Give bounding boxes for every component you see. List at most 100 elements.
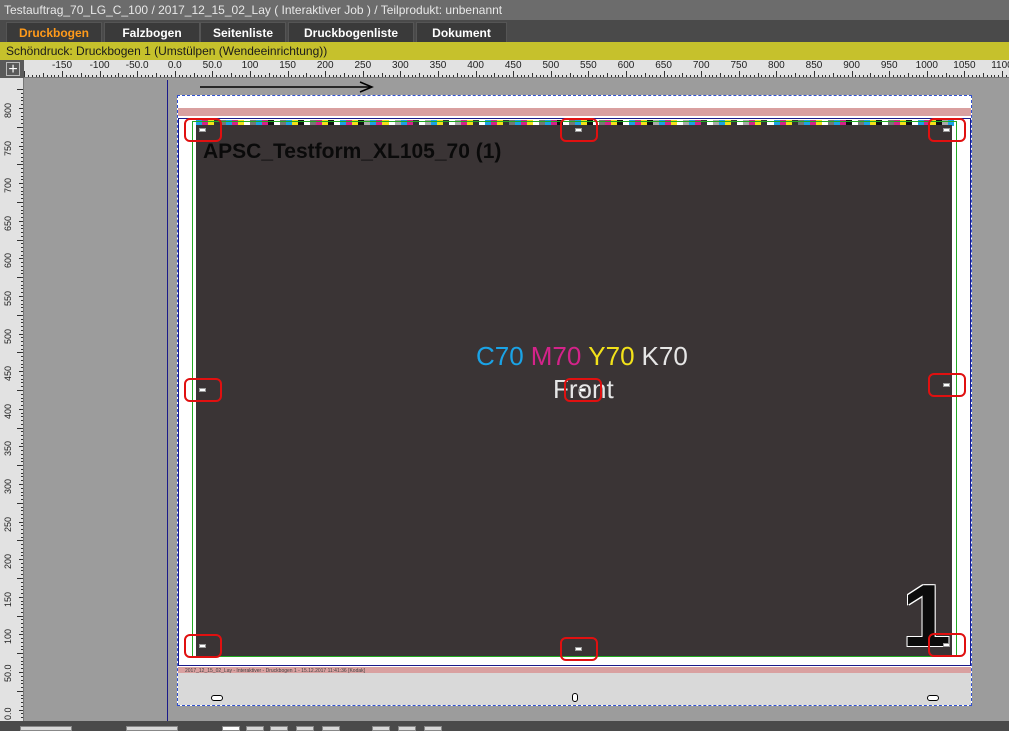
ruler-tick: [21, 156, 23, 158]
tab-seitenliste[interactable]: Seitenliste: [200, 22, 286, 42]
ruler-tick: [746, 75, 748, 77]
status-toggle-5[interactable]: [322, 726, 340, 731]
ruler-tick: [524, 75, 526, 77]
ruler-tick: [291, 75, 293, 77]
ruler-tick: [693, 75, 695, 77]
ruler-tick: [374, 75, 376, 77]
ruler-tick: [204, 75, 206, 77]
ruler-label: 550: [580, 60, 597, 71]
ruler-tick: [103, 75, 105, 77]
status-toggle-8[interactable]: [424, 726, 442, 731]
ruler-tick: [17, 164, 23, 166]
form-title: APSC_Testform_XL105_70 (1): [203, 140, 502, 163]
ruler-tick: [21, 198, 23, 200]
ruler-tick: [317, 75, 319, 77]
ruler-tick: [17, 314, 23, 316]
ruler-tick: [622, 75, 624, 77]
ruler-tick: [21, 344, 23, 346]
register-mark-bottom-center[interactable]: [560, 637, 598, 661]
status-toggle-1[interactable]: [222, 726, 240, 731]
ruler-tick: [814, 71, 815, 77]
register-mark-top-left[interactable]: [184, 118, 222, 142]
tab-druckbogen[interactable]: Druckbogen: [6, 22, 102, 42]
ruler-tick: [949, 75, 951, 77]
ruler-tick: [21, 119, 23, 121]
ruler-tick: [735, 75, 737, 77]
register-mark-top-center[interactable]: [560, 118, 598, 142]
ruler-tick: [99, 71, 101, 77]
ruler-tick: [21, 645, 23, 647]
ruler-tick: [532, 73, 533, 77]
register-mark-bottom-left[interactable]: [184, 634, 222, 658]
status-toggle-3[interactable]: [270, 726, 288, 731]
vertical-ruler[interactable]: 800 750 700 650 600 550 500 450 400 350 300 250 200 1…: [0, 78, 24, 721]
ruler-tick: [283, 75, 285, 77]
register-mark-middle-right[interactable]: [928, 373, 966, 397]
tab-dokument[interactable]: Dokument: [416, 22, 507, 42]
ruler-tick: [633, 75, 635, 77]
ruler-label: 350: [429, 60, 447, 71]
ruler-tick: [21, 311, 23, 313]
ruler-label: 400: [467, 60, 484, 71]
status-toggle-4[interactable]: [296, 726, 314, 731]
ruler-tick: [877, 75, 879, 77]
ruler-tick: [844, 75, 846, 77]
ruler-label: 600: [617, 60, 635, 71]
ruler-tick: [19, 258, 23, 260]
ruler-tick: [362, 71, 364, 77]
ruler-tick: [21, 589, 23, 591]
ruler-tick: [543, 75, 545, 77]
ruler-tick: [21, 604, 23, 606]
ruler-tick: [704, 75, 706, 77]
ruler-tick: [84, 75, 86, 77]
ruler-label: 650: [3, 215, 13, 231]
register-mark-top-right[interactable]: [928, 118, 966, 142]
status-field-1[interactable]: [20, 726, 72, 731]
ruler-tick: [490, 75, 492, 77]
ruler-tick: [261, 75, 263, 77]
ruler-tick: [21, 656, 23, 658]
ruler-tick: [547, 75, 549, 77]
ruler-origin-button[interactable]: +: [6, 62, 20, 78]
ruler-tick: [986, 75, 988, 77]
ruler-tick: [21, 472, 23, 474]
status-field-2[interactable]: [126, 726, 178, 731]
ruler-tick: [712, 75, 714, 77]
ruler-tick: [610, 75, 612, 77]
ruler-tick: [464, 75, 466, 77]
ruler-tick: [990, 75, 992, 77]
ruler-tick: [189, 75, 191, 77]
ruler-tick: [21, 713, 23, 715]
ruler-tick: [1005, 75, 1007, 77]
tab-druckbogenliste[interactable]: Druckbogenliste: [288, 22, 414, 42]
ruler-tick: [21, 683, 23, 685]
ruler-tick: [21, 265, 23, 267]
ruler-tick: [862, 75, 864, 77]
ruler-tick: [783, 75, 785, 77]
ruler-tick: [21, 382, 23, 384]
ruler-tick: [881, 75, 883, 77]
status-toggle-7[interactable]: [398, 726, 416, 731]
ruler-tick: [21, 318, 23, 320]
ruler-tick: [468, 75, 470, 77]
ruler-tick: [595, 75, 597, 77]
status-toggle-6[interactable]: [372, 726, 390, 731]
ruler-tick: [21, 514, 23, 516]
ruler-tick: [21, 386, 23, 388]
ruler-tick: [21, 517, 23, 519]
ruler-tick: [419, 73, 421, 77]
register-mark-middle-left[interactable]: [184, 378, 222, 402]
ruler-tick: [125, 75, 127, 77]
ruler-tick: [671, 75, 673, 77]
ruler-tick: [366, 75, 368, 77]
tab-falzbogen[interactable]: Falzbogen: [104, 22, 200, 42]
register-mark-bottom-right[interactable]: [928, 633, 966, 657]
ruler-tick: [246, 75, 248, 77]
register-mark-center[interactable]: [564, 378, 602, 402]
status-toggle-2[interactable]: [246, 726, 264, 731]
ruler-tick: [539, 75, 541, 77]
ruler-tick: [874, 75, 876, 77]
horizontal-ruler[interactable]: -150 -100 -50.0 0.0 50.0 100 150 200 250 300 350 40…: [24, 60, 1009, 78]
ruler-tick: [28, 75, 30, 77]
ruler-tick: [21, 307, 23, 309]
